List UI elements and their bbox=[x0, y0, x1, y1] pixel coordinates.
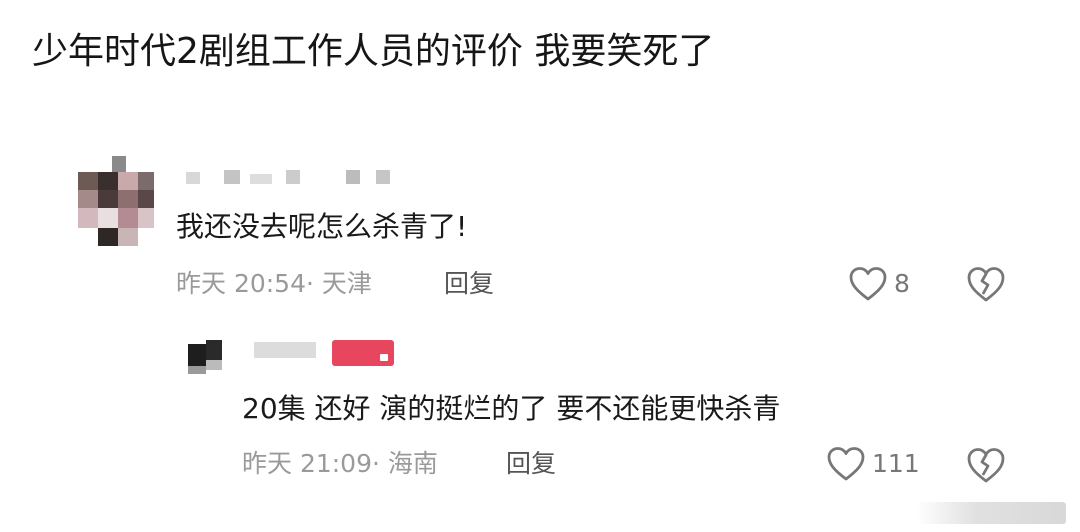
reply-button[interactable]: 回复 bbox=[444, 268, 494, 300]
dislike-button[interactable] bbox=[966, 265, 1006, 307]
avatar[interactable] bbox=[78, 156, 160, 248]
avatar[interactable] bbox=[176, 338, 228, 380]
comment-time: 昨天 20:54 bbox=[176, 269, 306, 298]
reply-button[interactable]: 回复 bbox=[506, 448, 556, 480]
dislike-button[interactable] bbox=[966, 446, 1006, 488]
watermark bbox=[916, 502, 1066, 524]
comment-text: 我还没去呢怎么杀青了! bbox=[176, 210, 468, 243]
like-count: 8 bbox=[894, 269, 910, 298]
comment-location: · 海南 bbox=[372, 449, 438, 478]
like-button[interactable]: 111 bbox=[826, 446, 920, 482]
comment-location: · 天津 bbox=[306, 269, 372, 298]
comment-time: 昨天 21:09 bbox=[242, 449, 372, 478]
heart-outline-icon bbox=[849, 267, 887, 301]
username-redacted[interactable] bbox=[186, 168, 396, 188]
like-button[interactable]: 8 bbox=[848, 266, 910, 302]
broken-heart-icon bbox=[967, 267, 1005, 302]
broken-heart-icon bbox=[967, 448, 1005, 483]
username-redacted[interactable] bbox=[254, 340, 396, 368]
comment-meta: 昨天 21:09· 海南 bbox=[242, 448, 438, 480]
like-count: 111 bbox=[872, 449, 920, 478]
comment-meta: 昨天 20:54· 天津 bbox=[176, 268, 372, 300]
comment-text: 20集 还好 演的挺烂的了 要不还能更快杀青 bbox=[242, 392, 781, 425]
page-title: 少年时代2剧组工作人员的评价 我要笑死了 bbox=[32, 31, 715, 72]
heart-outline-icon bbox=[827, 447, 865, 481]
